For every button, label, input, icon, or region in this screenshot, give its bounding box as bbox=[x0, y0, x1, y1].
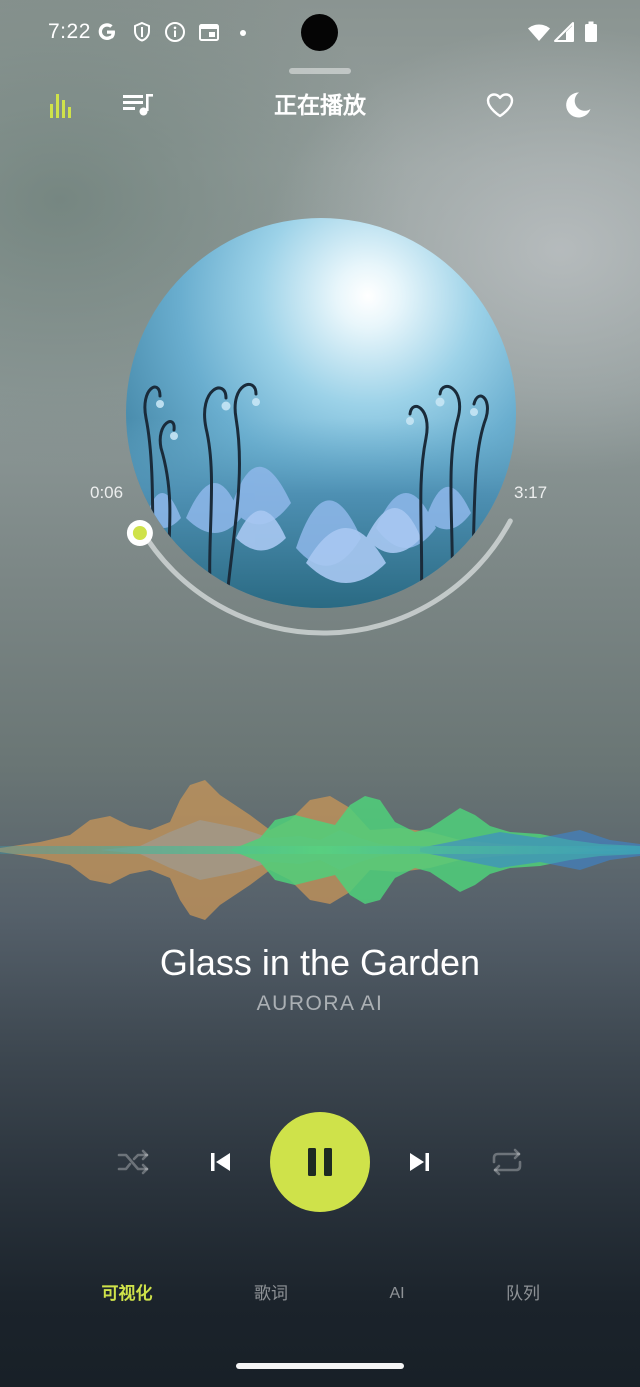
track-artist: AURORA AI bbox=[256, 992, 384, 1015]
shuffle-icon[interactable] bbox=[114, 1144, 154, 1180]
elapsed-time: 0:06 bbox=[90, 483, 124, 502]
tab-visualizer[interactable]: 可视化 bbox=[67, 1280, 187, 1308]
bottom-tab-bar: 可视化 歌词 AI 队列 bbox=[0, 1280, 640, 1310]
progress-ring[interactable] bbox=[0, 0, 640, 700]
play-pause-button[interactable] bbox=[270, 1112, 370, 1212]
pause-icon bbox=[303, 1145, 337, 1179]
audio-visualizer bbox=[0, 780, 640, 920]
tab-queue[interactable]: 队列 bbox=[463, 1280, 583, 1308]
total-duration: 3:17 bbox=[514, 483, 548, 502]
track-title: Glass in the Garden bbox=[159, 942, 481, 983]
tab-ai[interactable]: AI bbox=[337, 1280, 457, 1308]
skip-previous-icon[interactable] bbox=[202, 1146, 238, 1178]
home-indicator[interactable] bbox=[236, 1363, 404, 1369]
tab-lyrics[interactable]: 歌词 bbox=[211, 1280, 331, 1308]
skip-next-icon[interactable] bbox=[402, 1146, 438, 1178]
repeat-icon[interactable] bbox=[488, 1144, 526, 1180]
